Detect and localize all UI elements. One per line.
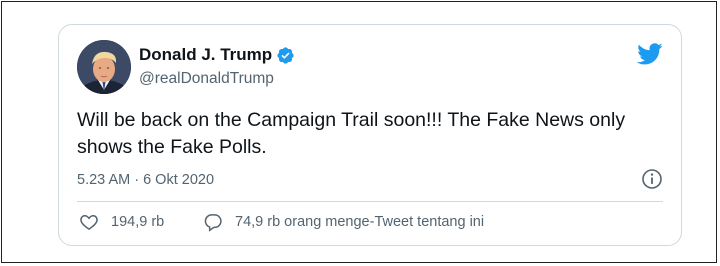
like-count: 194,9 rb (111, 214, 165, 230)
divider (77, 201, 663, 202)
author-handle[interactable]: @realDonaldTrump (139, 70, 274, 88)
avatar-portrait (77, 40, 131, 94)
conversation-text: 74,9 rb orang menge-Tweet tentang ini (235, 214, 485, 230)
avatar[interactable] (77, 40, 131, 94)
screenshot-frame: Donald J. Trump @realDonaldTrump Will be… (1, 1, 717, 263)
tweet-card[interactable]: Donald J. Trump @realDonaldTrump Will be… (58, 24, 682, 246)
heart-icon (80, 214, 98, 230)
author-name[interactable]: Donald J. Trump (139, 45, 272, 65)
tweet-text: Will be back on the Campaign Trail soon!… (77, 109, 626, 158)
info-icon[interactable] (641, 168, 663, 190)
tweet-timestamp[interactable]: 5.23 AM · 6 Okt 2020 (77, 172, 214, 188)
conversation-link[interactable]: 74,9 rb orang menge-Tweet tentang ini (203, 212, 484, 232)
speech-bubble-icon (204, 214, 222, 232)
verified-badge-icon (276, 46, 295, 65)
twitter-bird-icon[interactable] (636, 43, 663, 65)
like-button[interactable]: 194,9 rb (79, 212, 164, 232)
author-name-row[interactable]: Donald J. Trump (139, 45, 295, 65)
